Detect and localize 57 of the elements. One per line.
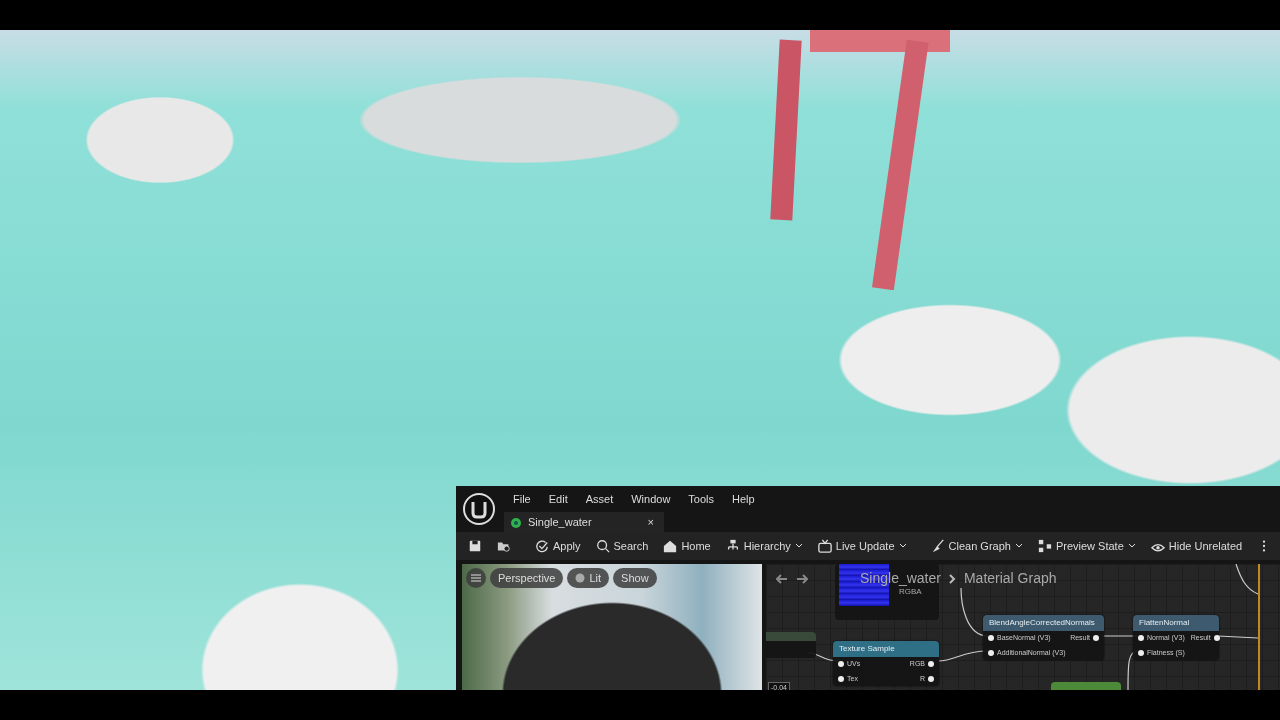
back-arrow-icon[interactable] (776, 573, 788, 584)
material-icon (510, 516, 522, 529)
menu-item[interactable]: File (504, 490, 540, 509)
toolbar-button[interactable]: Hierarchy (719, 535, 809, 557)
forward-arrow-icon[interactable] (796, 573, 808, 584)
menu-item[interactable]: Asset (576, 490, 623, 509)
pin-icon[interactable] (1093, 635, 1099, 642)
menu-button[interactable] (466, 568, 486, 588)
pin-icon[interactable] (838, 675, 844, 682)
view-button[interactable]: Perspective (490, 568, 564, 588)
pin-label: RGBA (899, 586, 922, 598)
lit-button[interactable]: Lit (567, 568, 610, 588)
menu-item[interactable]: Edit (539, 490, 577, 509)
menu-item[interactable]: Window (622, 490, 680, 509)
menu-item[interactable]: Help (723, 490, 764, 509)
toolbar-button[interactable]: Home (657, 535, 717, 557)
pin-icon[interactable] (1138, 649, 1144, 656)
breadcrumb-item[interactable]: Material Graph (963, 568, 1057, 589)
node-title: BlendAngleCorrectedNormals (983, 615, 1104, 631)
tab-label: Single_water (528, 515, 592, 531)
toolbar-button[interactable]: Search (589, 535, 655, 557)
menu-icon (471, 574, 481, 582)
node-title: FlattenNormal (1133, 615, 1219, 631)
pin-icon[interactable] (988, 635, 994, 642)
chevron-icon (1014, 543, 1023, 549)
search-icon (595, 539, 610, 553)
chevron-icon (1127, 543, 1136, 549)
document-tab[interactable]: Single_water × (504, 511, 664, 534)
engine-logo-icon (462, 492, 496, 526)
brush-icon (930, 539, 945, 553)
view-button[interactable]: Show (613, 568, 657, 588)
save-icon (468, 539, 482, 553)
home-icon (663, 539, 678, 553)
chevron-icon (948, 573, 956, 584)
toolbar-button[interactable]: Hide Unrelated (1144, 535, 1249, 557)
menu-item[interactable]: Tools (679, 490, 724, 509)
apply-icon (535, 539, 549, 553)
pin-icon[interactable] (838, 661, 844, 668)
pin-icon[interactable] (928, 675, 934, 682)
nodes-icon (1037, 539, 1052, 553)
monitor-icon (817, 539, 832, 553)
pin-icon[interactable] (988, 649, 994, 656)
graph-node[interactable] (766, 632, 816, 658)
chevron-icon (794, 543, 803, 549)
pin-icon[interactable] (1138, 635, 1144, 642)
toolbar-button[interactable]: Live Update (811, 535, 913, 557)
chevron-icon (898, 543, 907, 549)
toolbar-button[interactable]: Preview State (1031, 535, 1142, 557)
graph-node[interactable] (1051, 682, 1121, 690)
toolbar-button[interactable]: Clean Graph (924, 535, 1029, 557)
hierarchy-icon (725, 539, 740, 553)
close-icon[interactable]: × (647, 514, 654, 531)
node-title: Texture Sample (833, 641, 939, 657)
pin-icon[interactable] (928, 661, 934, 668)
toolbar-button[interactable]: Apply (529, 535, 587, 557)
sphere-icon (575, 573, 586, 583)
pin-icon[interactable] (1213, 635, 1220, 642)
